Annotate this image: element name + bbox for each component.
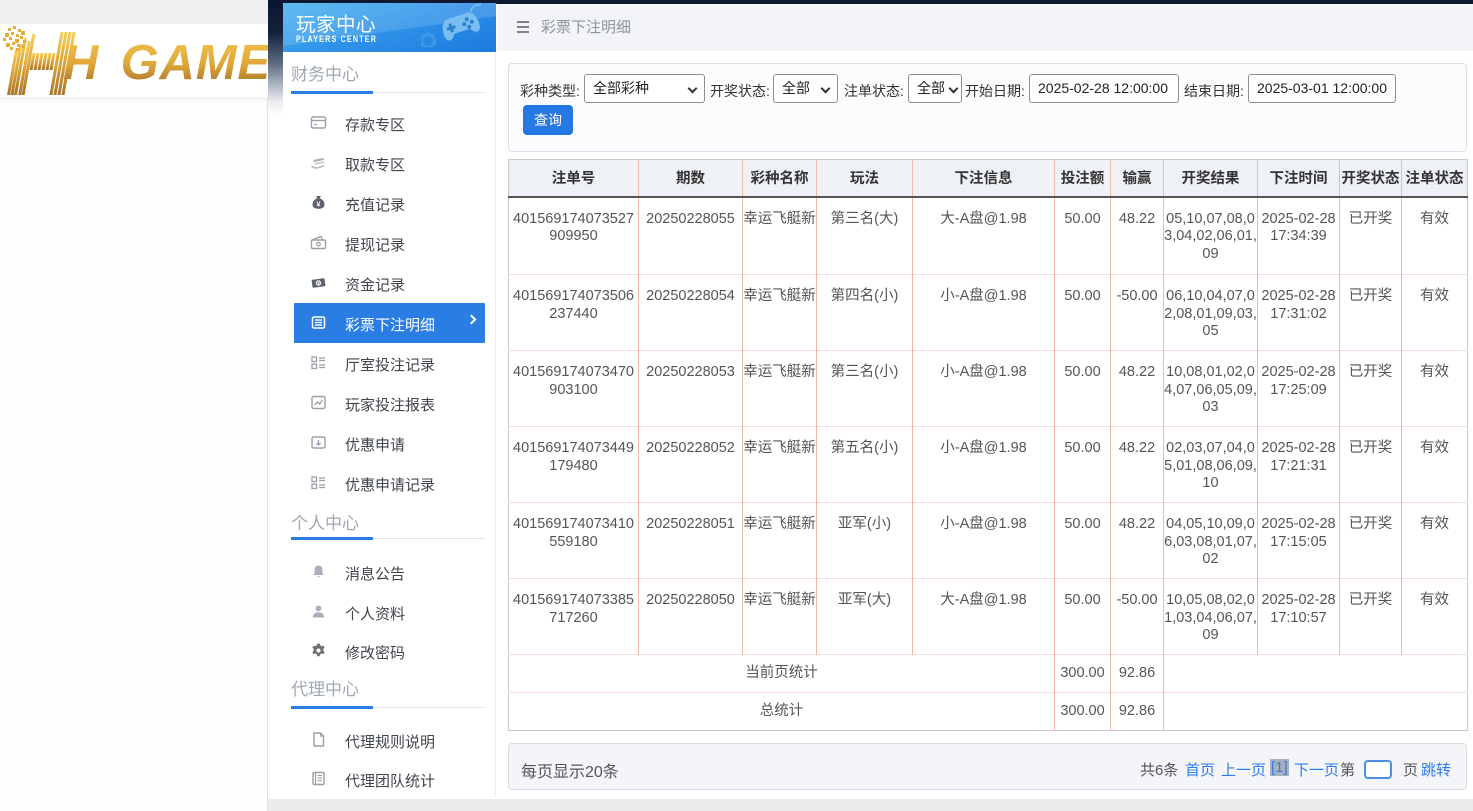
svg-text:¥: ¥: [317, 201, 321, 208]
